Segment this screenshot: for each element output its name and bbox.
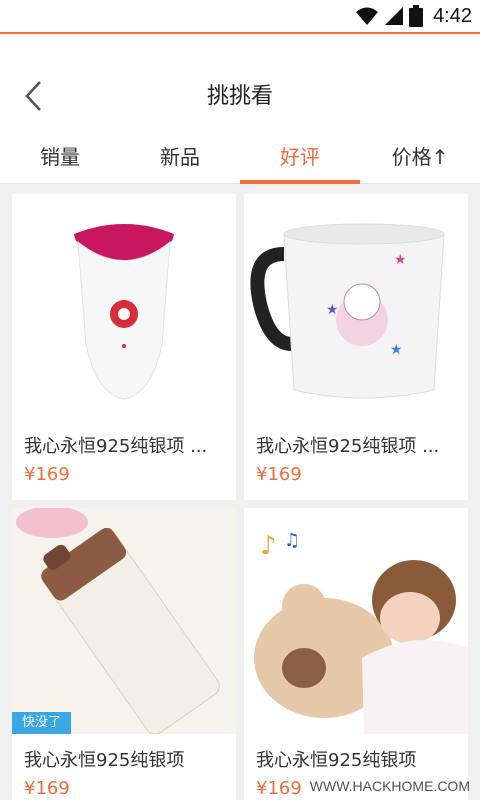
status-icons: 4:42 (355, 4, 472, 28)
svg-text:★: ★ (390, 342, 403, 358)
sort-tabs: 销量 新品 好评 价格↑ (0, 126, 480, 184)
product-card[interactable]: ♪ ♫ 我心永恒925纯银项 ¥169 (244, 508, 468, 800)
svg-text:★: ★ (326, 302, 339, 318)
nav-bar: 挑挑看 (0, 32, 480, 126)
product-name: 我心永恒925纯银项 ... (24, 436, 208, 457)
svg-text:♪: ♪ (260, 531, 277, 561)
product-price: ¥169 (24, 778, 70, 799)
wifi-icon (356, 7, 379, 25)
watermark: WWW.HACKHOME.COM (309, 778, 470, 794)
product-card[interactable]: 我心永恒925纯银项 ... ¥169 (12, 194, 236, 500)
product-name: 我心永恒925纯银项 (24, 750, 185, 771)
epilator-product-image (12, 194, 236, 420)
product-price: ¥169 (256, 464, 302, 485)
svg-text:♫: ♫ (284, 530, 300, 551)
tab-new[interactable]: 新品 (120, 126, 240, 184)
stock-badge: 快没了 (12, 712, 72, 734)
product-name: 我心永恒925纯银项 (256, 750, 417, 771)
battery-icon (409, 5, 424, 27)
bear-pillow-product-image: ♪ ♫ (244, 508, 468, 734)
tab-price[interactable]: 价格↑ (360, 126, 480, 184)
product-price: ¥169 (256, 778, 302, 799)
tab-rating[interactable]: 好评 (240, 126, 360, 184)
mug-product-image: ★ ★ ★ (244, 194, 468, 420)
product-price: ¥169 (24, 464, 70, 485)
product-card[interactable]: ★ ★ ★ 我心永恒925纯银项 ... ¥169 (244, 194, 468, 500)
svg-text:★: ★ (394, 252, 407, 268)
tab-sales[interactable]: 销量 (0, 126, 120, 184)
signal-icon (385, 7, 404, 25)
page-title: 挑挑看 (206, 84, 273, 109)
thermos-product-image: 快没了 (12, 508, 236, 734)
product-card[interactable]: 快没了 我心永恒925纯银项 ¥169 (12, 508, 236, 800)
status-time: 4:42 (433, 4, 472, 27)
status-bar: 4:42 (0, 0, 480, 32)
product-name: 我心永恒925纯银项 ... (256, 436, 440, 457)
